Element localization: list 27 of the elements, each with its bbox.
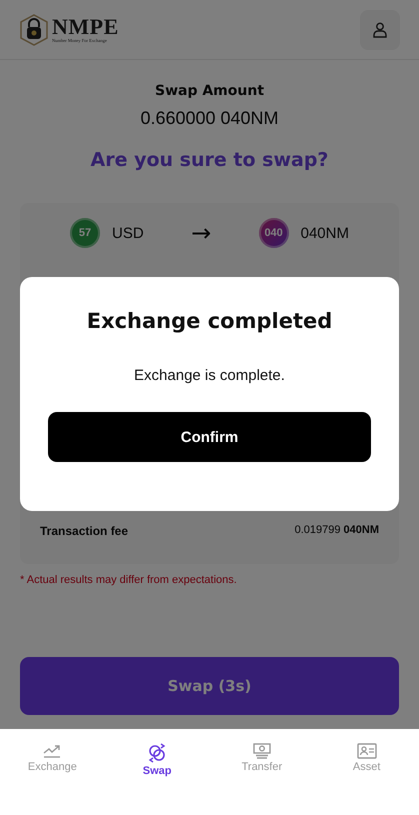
fee-label: Transaction fee [40,524,128,538]
currency-name: USD [112,224,144,242]
confirm-question: Are you sure to swap? [90,149,328,171]
swap-amount-label: Swap Amount [154,83,264,99]
swap-circles-icon [147,743,168,763]
nav-tab[interactable]: Exchange [0,743,105,773]
confirm-button[interactable]: Confirm [48,412,371,462]
coin-badge: 040 [258,218,289,248]
coin-badge: 57 [70,218,100,248]
banknote-icon [252,743,271,759]
arrow-icon: → [191,219,212,247]
id-card-icon [356,743,377,759]
shield-lock-icon [19,14,49,46]
currency-name: 040NM [300,224,349,242]
trend-chart-icon [43,743,62,759]
disclaimer-text: * Actual results may differ from expectations. [20,574,237,586]
nav-tab[interactable]: Transfer [210,743,314,773]
nav-tab[interactable]: Swap [104,743,210,777]
logo-name: NMPE [52,16,119,38]
person-icon [373,22,387,38]
profile-button[interactable] [360,10,400,50]
swap-button[interactable]: Swap (3s) [20,657,399,715]
dialog-message: Exchange is complete. [134,367,285,384]
fee-value: 0.019799 040NM [294,524,379,538]
nav-tab[interactable]: Asset [314,743,419,773]
dialog-title: Exchange completed [86,309,332,333]
swap-amount-value: 0.660000 040NM [140,108,279,129]
